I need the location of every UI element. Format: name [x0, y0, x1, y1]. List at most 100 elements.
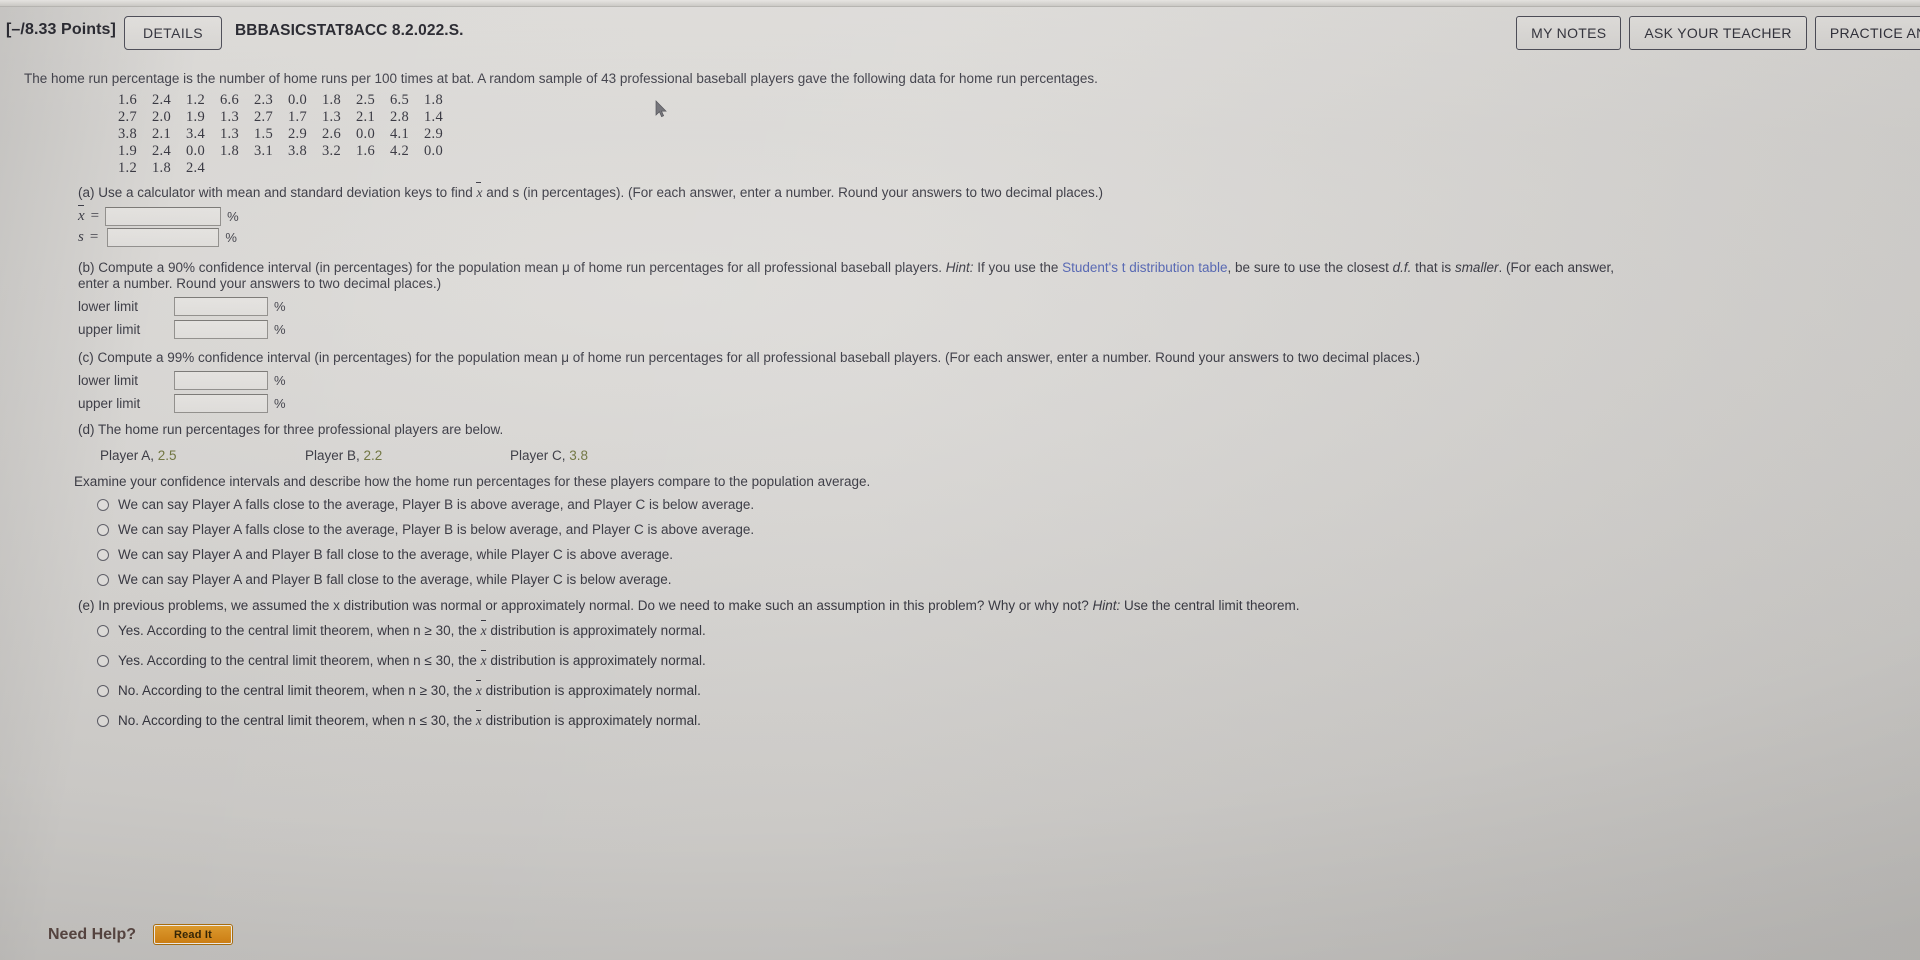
part-e-text-1: (e) In previous problems, we assumed the…: [78, 598, 1093, 613]
data-cell: 2.4: [152, 92, 172, 108]
part-b-upper-row: upper limit %: [78, 318, 1614, 341]
data-cell: 2.9: [288, 126, 308, 142]
part-b-prompt-line2: enter a number. Round your answers to tw…: [78, 276, 442, 291]
part-e-hint-label: Hint:: [1092, 598, 1121, 613]
radio-button-icon[interactable]: [97, 499, 109, 511]
need-help-section: Need Help? Read It: [48, 924, 234, 945]
part-c-upper-unit: %: [274, 396, 286, 411]
part-d-examine-text: Examine your confidence intervals and de…: [74, 474, 871, 489]
part-b-lower-input[interactable]: [174, 297, 268, 316]
part-c-upper-label: upper limit: [78, 396, 141, 411]
part-c-lower-input[interactable]: [174, 371, 268, 390]
part-d-option[interactable]: We can say Player A falls close to the a…: [97, 522, 870, 547]
part-d-prompt: (d) The home run percentages for three p…: [78, 422, 504, 437]
part-e-option[interactable]: Yes. According to the central limit theo…: [97, 650, 1300, 683]
radio-button-icon[interactable]: [97, 524, 109, 536]
points-label: [–/8.33 Points]: [6, 21, 116, 38]
part-d-option[interactable]: We can say Player A falls close to the a…: [97, 497, 870, 522]
details-button[interactable]: DETAILS: [124, 16, 222, 50]
part-b-lower-row: lower limit %: [78, 295, 1614, 318]
part-d-option-label: We can say Player A and Player B fall cl…: [118, 547, 674, 562]
s-label: s: [78, 229, 84, 245]
player-percentage: 2.5: [157, 448, 177, 463]
s-input[interactable]: [107, 228, 220, 247]
data-cell: 2.1: [152, 126, 172, 142]
data-cell: 2.7: [118, 109, 138, 125]
option-text-pre: Yes. According to the central limit theo…: [118, 653, 481, 668]
data-cell: 1.7: [288, 109, 308, 125]
part-a-prompt-pre: (a) Use a calculator with mean and stand…: [78, 185, 477, 200]
part-b-text-2: If you use the: [973, 260, 1063, 275]
part-b-text-5: . (For each answer,: [1498, 260, 1615, 275]
xbar-symbol: x: [475, 710, 482, 728]
part-b-lower-label: lower limit: [78, 299, 139, 314]
radio-button-icon[interactable]: [97, 574, 109, 586]
data-cell: 3.8: [118, 126, 138, 142]
radio-button-icon[interactable]: [97, 685, 109, 697]
part-d-option-label: We can say Player A falls close to the a…: [118, 522, 755, 537]
part-e-option-label: No. According to the central limit theor…: [118, 710, 701, 729]
data-row: 3.8 2.1 3.4 1.3 1.5 2.9 2.6 0.0 4.1 2.9: [118, 126, 458, 143]
data-cell: 4.1: [390, 126, 410, 142]
player-value: Player A, 2.5: [100, 448, 305, 463]
data-cell: 1.8: [322, 92, 342, 108]
part-b-upper-unit: %: [274, 322, 286, 337]
ask-your-teacher-button[interactable]: ASK YOUR TEACHER: [1629, 16, 1807, 50]
data-cell: 1.2: [118, 160, 138, 176]
part-e-option-label: Yes. According to the central limit theo…: [118, 620, 706, 639]
player-name: Player B,: [305, 448, 364, 463]
data-cell: 0.0: [186, 143, 206, 159]
part-b-text-3: , be sure to use the closest: [1227, 260, 1393, 275]
data-cell: 0.0: [288, 92, 308, 108]
data-values-grid: 1.6 2.4 1.2 6.6 2.3 0.0 1.8 2.5 6.5 1.8 2.7 2.0 1.9 1…: [118, 92, 458, 177]
data-cell: 2.3: [254, 92, 274, 108]
part-c-upper-input[interactable]: [174, 394, 268, 413]
part-c-lower-label: lower limit: [78, 373, 139, 388]
data-cell: 6.6: [220, 92, 240, 108]
part-d-option[interactable]: We can say Player A and Player B fall cl…: [97, 547, 870, 572]
xbar-equals: =: [90, 208, 100, 224]
my-notes-button[interactable]: MY NOTES: [1516, 16, 1622, 50]
practice-another-button[interactable]: PRACTICE ANOTHER: [1814, 16, 1920, 50]
data-cell: 2.7: [254, 109, 274, 125]
part-d: (d) The home run percentages for three p…: [74, 422, 870, 597]
data-cell: 3.1: [254, 143, 274, 159]
question-intro-text: The home run percentage is the number of…: [24, 71, 1098, 86]
data-cell: 1.8: [220, 143, 240, 159]
xbar-label: x: [78, 205, 85, 224]
option-text-post: distribution is approximately normal.: [481, 683, 701, 698]
xbar-input[interactable]: [105, 207, 222, 226]
radio-button-icon[interactable]: [97, 625, 109, 637]
part-b-upper-input[interactable]: [174, 320, 268, 339]
part-b-upper-label: upper limit: [78, 322, 141, 337]
option-text-pre: Yes. According to the central limit theo…: [118, 623, 481, 638]
part-e-options: Yes. According to the central limit theo…: [97, 620, 1300, 743]
part-e-option[interactable]: No. According to the central limit theor…: [97, 710, 1300, 743]
data-cell: 4.2: [390, 143, 410, 159]
data-row: 1.9 2.4 0.0 1.8 3.1 3.8 3.2 1.6 4.2 0.0: [118, 143, 458, 160]
homework-question-page: [–/8.33 Points] DETAILS BBBASICSTAT8ACC …: [0, 0, 1920, 960]
part-e-option[interactable]: No. According to the central limit theor…: [97, 680, 1300, 713]
radio-button-icon[interactable]: [97, 549, 109, 561]
part-e: (e) In previous problems, we assumed the…: [78, 598, 1300, 743]
part-e-option[interactable]: Yes. According to the central limit theo…: [97, 620, 1300, 653]
read-it-button[interactable]: Read It: [153, 924, 234, 945]
radio-button-icon[interactable]: [97, 715, 109, 727]
student-t-distribution-table-link[interactable]: Student's t distribution table: [1062, 260, 1227, 275]
player-value: Player C, 3.8: [510, 448, 588, 463]
xbar-symbol: x: [475, 680, 482, 698]
part-e-prompt: (e) In previous problems, we assumed the…: [78, 598, 1300, 613]
data-cell: 2.9: [424, 126, 444, 142]
player-percentage: 3.8: [569, 448, 589, 463]
data-cell: 1.3: [220, 109, 240, 125]
data-cell: 2.6: [322, 126, 342, 142]
data-cell: 1.6: [118, 92, 138, 108]
xbar-symbol: x: [480, 620, 487, 638]
part-d-option[interactable]: We can say Player A and Player B fall cl…: [97, 572, 870, 597]
part-b-prompt-line1: (b) Compute a 90% confidence interval (i…: [78, 260, 1614, 275]
radio-button-icon[interactable]: [97, 655, 109, 667]
part-b-df: d.f.: [1392, 260, 1412, 275]
part-e-option-label: No. According to the central limit theor…: [118, 680, 701, 699]
player-percentage: 2.2: [363, 448, 383, 463]
part-b-smaller: smaller: [1454, 260, 1499, 275]
